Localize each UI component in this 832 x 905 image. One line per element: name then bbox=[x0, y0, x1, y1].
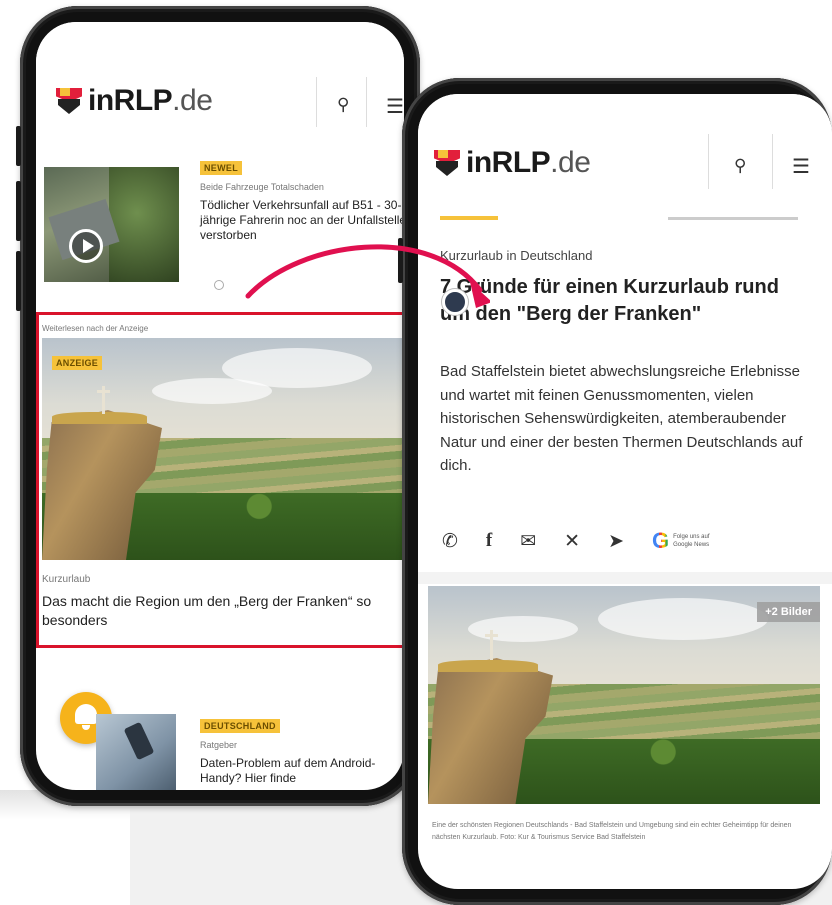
side-button bbox=[16, 181, 21, 241]
share-bar: ✆ f ✉ ✕ ➤ G Folge uns auf Google News bbox=[442, 528, 715, 554]
logo-emblem-icon bbox=[56, 88, 82, 114]
site-header: inRLP.de ⚲ ☰ bbox=[418, 94, 832, 194]
article-image[interactable]: +2 Bilder bbox=[428, 586, 820, 804]
header-divider bbox=[366, 77, 367, 127]
article-lead: Bad Staffelstein bietet abwechslungsreic… bbox=[440, 363, 803, 474]
arrow-curve bbox=[245, 244, 483, 299]
highlight-box bbox=[36, 312, 410, 648]
image-caption: Eine der schönsten Regionen Deutschlands… bbox=[432, 822, 792, 841]
header-divider bbox=[708, 134, 709, 189]
search-icon[interactable]: ⚲ bbox=[734, 156, 746, 176]
arrow-head bbox=[470, 282, 490, 308]
header-divider bbox=[316, 77, 317, 127]
category-badge bbox=[440, 216, 498, 220]
category-badge: NEWEL bbox=[200, 161, 242, 175]
x-icon[interactable]: ✕ bbox=[564, 530, 580, 553]
facebook-icon[interactable]: f bbox=[486, 530, 492, 552]
google-news-button[interactable]: G Folge uns auf Google News bbox=[652, 528, 715, 554]
google-icon: G bbox=[652, 528, 670, 553]
header-divider bbox=[772, 134, 773, 189]
telegram-icon[interactable]: ➤ bbox=[608, 530, 624, 553]
feed-item-title[interactable]: Daten-Problem auf dem Android-Handy? Hie… bbox=[200, 756, 404, 786]
whatsapp-icon[interactable]: ✆ bbox=[442, 530, 458, 553]
feed-item-kicker: Beide Fahrzeuge Totalschaden bbox=[200, 182, 324, 192]
logo-text: inRLP.de bbox=[88, 84, 213, 118]
logo-emblem-icon bbox=[434, 150, 460, 176]
category-badge: DEUTSCHLAND bbox=[200, 719, 280, 733]
menu-icon[interactable]: ☰ bbox=[386, 94, 404, 119]
feed-item[interactable]: DEUTSCHLAND Ratgeber Daten-Problem auf d… bbox=[200, 716, 404, 786]
logo-text: inRLP.de bbox=[466, 146, 591, 180]
reading-time-icon bbox=[214, 280, 224, 290]
section-divider bbox=[418, 572, 832, 584]
logo-bold-text: inRLP bbox=[88, 84, 173, 117]
logo-light-text: .de bbox=[550, 146, 591, 179]
logo-light-text: .de bbox=[172, 84, 213, 117]
side-button bbox=[16, 251, 21, 311]
bell-icon bbox=[75, 704, 97, 724]
menu-icon[interactable]: ☰ bbox=[792, 154, 810, 179]
feed-item-kicker: Ratgeber bbox=[200, 740, 238, 750]
right-screen: inRLP.de ⚲ ☰ Kurzurlaub in Deutschland 7… bbox=[418, 94, 832, 889]
date-bar bbox=[668, 217, 798, 220]
article-title: 7 Gründe für einen Kurzurlaub rund um de… bbox=[440, 276, 779, 325]
site-logo[interactable]: inRLP.de bbox=[434, 146, 591, 180]
more-pictures-badge[interactable]: +2 Bilder bbox=[757, 602, 820, 622]
site-logo[interactable]: inRLP.de bbox=[56, 84, 213, 118]
side-button bbox=[16, 126, 21, 166]
connector-arrow bbox=[245, 244, 490, 308]
email-icon[interactable]: ✉ bbox=[520, 530, 536, 553]
google-news-label: Folge uns auf Google News bbox=[673, 534, 710, 548]
site-header: inRLP.de ⚲ ☰ bbox=[36, 22, 404, 127]
right-phone: inRLP.de ⚲ ☰ Kurzurlaub in Deutschland 7… bbox=[398, 78, 832, 905]
feed-item-thumbnail[interactable] bbox=[44, 167, 179, 282]
feed-item-thumbnail[interactable] bbox=[96, 714, 176, 790]
search-icon[interactable]: ⚲ bbox=[337, 95, 349, 115]
play-icon[interactable] bbox=[69, 229, 103, 263]
logo-bold-text: inRLP bbox=[466, 146, 551, 179]
